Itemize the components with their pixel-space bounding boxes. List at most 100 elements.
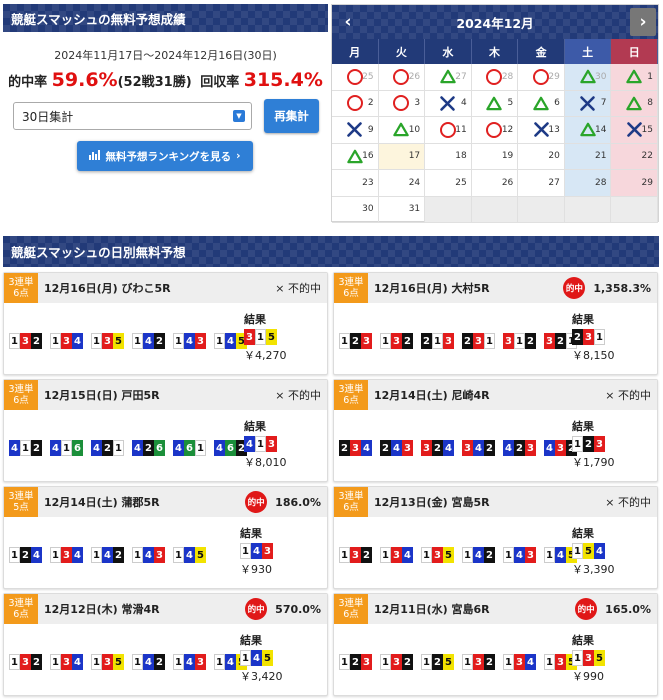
miss-cross-icon bbox=[626, 121, 643, 138]
calendar-day[interactable]: 19 bbox=[471, 143, 519, 170]
result-combination: 413 bbox=[244, 436, 287, 452]
combination: 426 bbox=[132, 440, 165, 456]
combination: 142 bbox=[132, 333, 165, 349]
calendar-day[interactable]: 29 bbox=[518, 64, 565, 91]
calendar-day[interactable]: 30 bbox=[332, 196, 379, 223]
calendar-day[interactable]: 28 bbox=[471, 64, 519, 91]
boat-number: 1 bbox=[484, 333, 495, 349]
calendar-day[interactable]: 20 bbox=[518, 143, 565, 170]
calendar-day[interactable]: 1 bbox=[611, 64, 658, 91]
hit-circle-icon bbox=[486, 68, 503, 85]
prediction-card[interactable]: 3連単 6点 12月15日(日) 戸田5R × 不的中 4 1 2 4 1 6 4 2 1 4 2 6 4 6 1 4… bbox=[3, 379, 328, 482]
period-select[interactable]: 30日集計 ▼ bbox=[13, 102, 252, 130]
combination: 142 bbox=[91, 547, 124, 563]
calendar-day[interactable]: 4 bbox=[425, 90, 472, 117]
race-title: 12月16日(月) びわこ5R bbox=[44, 282, 171, 295]
triangle-icon bbox=[579, 121, 596, 138]
result-label: 結果 bbox=[572, 420, 594, 433]
prediction-card[interactable]: 3連単 5点 12月14日(土) 蒲郡5R 的中 186.0% 1 2 4 1 3 4 1 4 2 1 4 3 1… bbox=[3, 486, 328, 589]
calendar-day[interactable]: 6 bbox=[518, 90, 565, 117]
calendar-day[interactable]: 23 bbox=[332, 170, 379, 197]
calendar-day[interactable]: 26 bbox=[378, 64, 426, 91]
boat-number: 5 bbox=[266, 329, 277, 345]
combination: 124 bbox=[9, 547, 42, 563]
calendar-day[interactable]: 31 bbox=[378, 196, 426, 223]
boat-number: 1 bbox=[339, 333, 350, 349]
card-result-status: × 不的中 bbox=[605, 380, 651, 410]
calendar-day[interactable]: 22 bbox=[611, 143, 658, 170]
combination: 412 bbox=[9, 440, 42, 456]
hit-circle-icon bbox=[393, 95, 410, 112]
boat-number: 2 bbox=[484, 547, 495, 563]
day-number: 5 bbox=[507, 98, 514, 109]
combination-list: 132134135142143145 bbox=[339, 547, 577, 563]
boat-number: 1 bbox=[214, 654, 225, 670]
boat-number: 1 bbox=[50, 547, 61, 563]
calendar-day[interactable]: 3 bbox=[378, 90, 426, 117]
calendar-day[interactable]: 2 bbox=[332, 90, 379, 117]
calendar-day[interactable]: 27 bbox=[518, 170, 565, 197]
prediction-card[interactable]: 3連単 6点 12月14日(土) 尼崎4R × 不的中 2 3 4 2 4 3 3 2 4 3 4 2 4 2 3 4… bbox=[333, 379, 658, 482]
card-header: 3連単 6点 12月16日(月) 大村5R 的中 1,358.3% bbox=[334, 273, 657, 303]
prev-month-button[interactable]: ‹ bbox=[338, 11, 358, 33]
triangle-icon bbox=[439, 68, 456, 85]
boat-number: 4 bbox=[443, 440, 454, 456]
boat-number: 2 bbox=[20, 547, 31, 563]
calendar-day[interactable]: 16 bbox=[332, 143, 379, 170]
boat-number: 2 bbox=[421, 333, 432, 349]
calendar-day[interactable]: 26 bbox=[471, 170, 519, 197]
calendar-day[interactable]: 28 bbox=[564, 170, 612, 197]
prediction-card[interactable]: 3連単 6点 12月16日(月) びわこ5R × 不的中 1 3 2 1 3 4 1 3 5 1 4 2 1 4 3… bbox=[3, 272, 328, 375]
hit-circle-icon bbox=[346, 95, 363, 112]
combination: 462 bbox=[214, 440, 247, 456]
payout: ￥3,420 bbox=[240, 670, 283, 683]
calendar-day[interactable]: 29 bbox=[611, 170, 658, 197]
miss-status: × 不的中 bbox=[275, 282, 321, 295]
record: (52戦31勝) bbox=[117, 75, 192, 90]
result-label: 結果 bbox=[244, 313, 266, 326]
return-rate-value: 315.4% bbox=[243, 69, 323, 91]
prediction-card[interactable]: 3連単 6点 12月16日(月) 大村5R 的中 1,358.3% 1 2 3 1 3 2 2 1 3 2 3… bbox=[333, 272, 658, 375]
calendar-day[interactable]: 27 bbox=[425, 64, 472, 91]
calendar-day[interactable]: 14 bbox=[564, 117, 612, 144]
day-number: 14 bbox=[594, 124, 607, 135]
day-number: 26 bbox=[408, 71, 421, 82]
calendar-day[interactable]: 13 bbox=[518, 117, 565, 144]
prediction-card[interactable]: 3連単 6点 12月11日(水) 宮島6R 的中 165.0% 1 2 3 1 3 2 1 2 5 1 3 2 1… bbox=[333, 593, 658, 696]
boat-number: 3 bbox=[350, 547, 361, 563]
race-title: 12月14日(土) 蒲郡5R bbox=[44, 496, 160, 509]
calendar-day[interactable]: 21 bbox=[564, 143, 612, 170]
boat-number: 4 bbox=[184, 333, 195, 349]
boat-number: 3 bbox=[544, 333, 555, 349]
result-label: 結果 bbox=[572, 313, 594, 326]
prediction-card[interactable]: 3連単 6点 12月12日(木) 常滑4R 的中 570.0% 1 3 2 1 3 4 1 3 5 1 4 2 1… bbox=[3, 593, 328, 696]
calendar-day[interactable]: 25 bbox=[425, 170, 472, 197]
next-month-button[interactable]: › bbox=[630, 8, 656, 36]
calendar-day[interactable]: 24 bbox=[378, 170, 426, 197]
recalculate-button[interactable]: 再集計 bbox=[264, 99, 319, 133]
calendar-day[interactable]: 15 bbox=[611, 117, 658, 144]
boat-number: 3 bbox=[391, 654, 402, 670]
calendar-day[interactable]: 11 bbox=[425, 117, 472, 144]
day-number: 17 bbox=[408, 151, 421, 162]
calendar-day[interactable]: 12 bbox=[471, 117, 519, 144]
calendar-day[interactable]: 8 bbox=[611, 90, 658, 117]
calendar-day[interactable]: 7 bbox=[564, 90, 612, 117]
day-number: 12 bbox=[501, 124, 514, 135]
boat-number: 6 bbox=[72, 440, 83, 456]
calendar-day[interactable]: 18 bbox=[425, 143, 472, 170]
period-select-value: 30日集計 bbox=[22, 109, 74, 124]
ranking-button-label: 無料予想ランキングを見る bbox=[105, 150, 232, 163]
calendar-day[interactable]: 25 bbox=[332, 64, 379, 91]
calendar-day[interactable]: 5 bbox=[471, 90, 519, 117]
ranking-button[interactable]: 無料予想ランキングを見る › bbox=[77, 141, 253, 171]
calendar-day[interactable]: 10 bbox=[378, 117, 426, 144]
calendar-day[interactable]: 17 bbox=[378, 143, 426, 170]
prediction-card[interactable]: 3連単 6点 12月13日(金) 宮島5R × 不的中 1 3 2 1 3 4 1 3 5 1 4 2 1 4 3 1… bbox=[333, 486, 658, 589]
calendar-day[interactable]: 30 bbox=[564, 64, 612, 91]
calendar-day[interactable]: 9 bbox=[332, 117, 379, 144]
boat-number: 4 bbox=[251, 650, 262, 666]
boat-number: 4 bbox=[594, 543, 605, 559]
result-combination: 135 bbox=[572, 650, 605, 666]
boat-number: 4 bbox=[544, 440, 555, 456]
